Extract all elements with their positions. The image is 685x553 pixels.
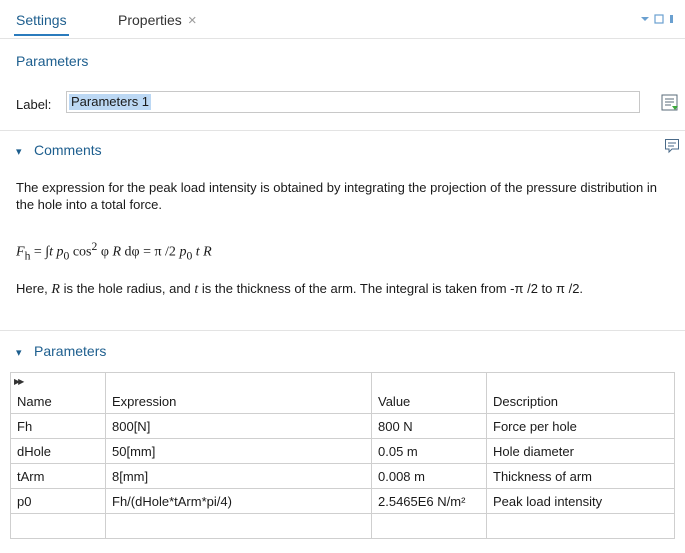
cell-name[interactable] (10, 513, 106, 539)
tab-properties-label: Properties (118, 12, 182, 28)
formula-part: dφ = π /2 (121, 244, 180, 260)
label-input[interactable] (66, 91, 640, 113)
comment-icon[interactable] (664, 138, 680, 154)
column-label: Value (378, 394, 411, 409)
label-value[interactable]: Parameters 1 (69, 94, 152, 110)
para-text: is the thickness of the arm. The integra… (198, 281, 584, 296)
formula-part: φ (97, 244, 113, 260)
formula-p: p (56, 244, 64, 260)
cell-expression[interactable]: 50[mm] (105, 438, 372, 464)
para-text: is the hole radius, and (59, 281, 195, 296)
formula-part: = ∫ (30, 244, 50, 260)
separator (0, 330, 685, 331)
label-caption: Label: (16, 97, 52, 112)
comments-header[interactable]: ▾ Comments (16, 142, 102, 158)
cell-value: 800 N (371, 413, 487, 439)
chevron-down-icon: ▾ (16, 146, 22, 158)
parameters-table: ▶▶ Name Expression Value Description Fh 8… (10, 372, 675, 539)
column-header-description[interactable]: Description (486, 372, 675, 414)
cell-value: 0.008 m (371, 463, 487, 489)
column-label: Description (493, 394, 559, 409)
separator (0, 130, 685, 131)
table-row-empty[interactable] (10, 513, 675, 539)
cell-name[interactable]: Fh (10, 413, 106, 439)
comment-paragraph-1: The expression for the peak load intensi… (16, 180, 657, 212)
tab-properties[interactable]: Properties × (118, 12, 197, 29)
cell-name[interactable]: p0 (10, 488, 106, 514)
comments-header-label: Comments (34, 142, 102, 158)
formula-t: t (192, 244, 200, 260)
cell-expression[interactable]: Fh/(dHole*tArm*pi/4) (105, 488, 372, 514)
section-title: Parameters (16, 53, 89, 69)
chevron-down-icon: ▾ (16, 347, 22, 359)
table-row[interactable]: Fh 800[N] 800 N Force per hole (10, 413, 675, 439)
cell-description[interactable]: Peak load intensity (486, 488, 675, 514)
cell-description[interactable]: Hole diameter (486, 438, 675, 464)
para-symbol: R (51, 282, 60, 297)
label-edit-icon[interactable] (659, 92, 681, 114)
cell-description[interactable] (486, 513, 675, 539)
column-header-expression[interactable]: Expression (105, 372, 372, 414)
para-text: Here, (16, 281, 52, 296)
comment-formula: Fh = ∫t p0 cos2 φ R dφ = π /2 p0 t R (16, 238, 666, 264)
cell-name[interactable]: dHole (10, 438, 106, 464)
table-row[interactable]: p0 Fh/(dHole*tArm*pi/4) 2.5465E6 N/m² Pe… (10, 488, 675, 514)
formula-F: F (16, 244, 25, 260)
cell-description[interactable]: Force per hole (486, 413, 675, 439)
parameters-header-label: Parameters (34, 343, 107, 359)
cell-expression[interactable]: 8[mm] (105, 463, 372, 489)
formula-part: cos (69, 244, 92, 260)
tab-settings[interactable]: Settings (14, 12, 69, 36)
cell-expression[interactable] (105, 513, 372, 539)
tab-bar: Settings Properties × (0, 0, 685, 39)
column-label: Name (17, 394, 52, 409)
comment-paragraph-2: Here, R is the hole radius, and t is the… (16, 280, 666, 298)
parameters-header[interactable]: ▾ Parameters (16, 343, 106, 359)
formula-t: t (49, 244, 54, 260)
cell-value: 2.5465E6 N/m² (371, 488, 487, 514)
cell-expression[interactable]: 800[N] (105, 413, 372, 439)
window-controls[interactable] (639, 14, 679, 27)
label-row: Label: Parameters 1 (0, 88, 685, 128)
cell-value (371, 513, 487, 539)
close-icon[interactable]: × (188, 12, 197, 29)
window-controls-icon (641, 14, 673, 24)
table-row[interactable]: dHole 50[mm] 0.05 m Hole diameter (10, 438, 675, 464)
formula-R: R (199, 244, 212, 260)
formula-R: R (112, 244, 121, 260)
cell-name[interactable]: tArm (10, 463, 106, 489)
column-label: Expression (112, 394, 177, 409)
column-header-name[interactable]: ▶▶ Name (10, 372, 106, 414)
column-header-value[interactable]: Value (371, 372, 487, 414)
cell-value: 0.05 m (371, 438, 487, 464)
table-row[interactable]: tArm 8[mm] 0.008 m Thickness of arm (10, 463, 675, 489)
cell-description[interactable]: Thickness of arm (486, 463, 675, 489)
sort-icon[interactable]: ▶▶ (14, 377, 24, 386)
